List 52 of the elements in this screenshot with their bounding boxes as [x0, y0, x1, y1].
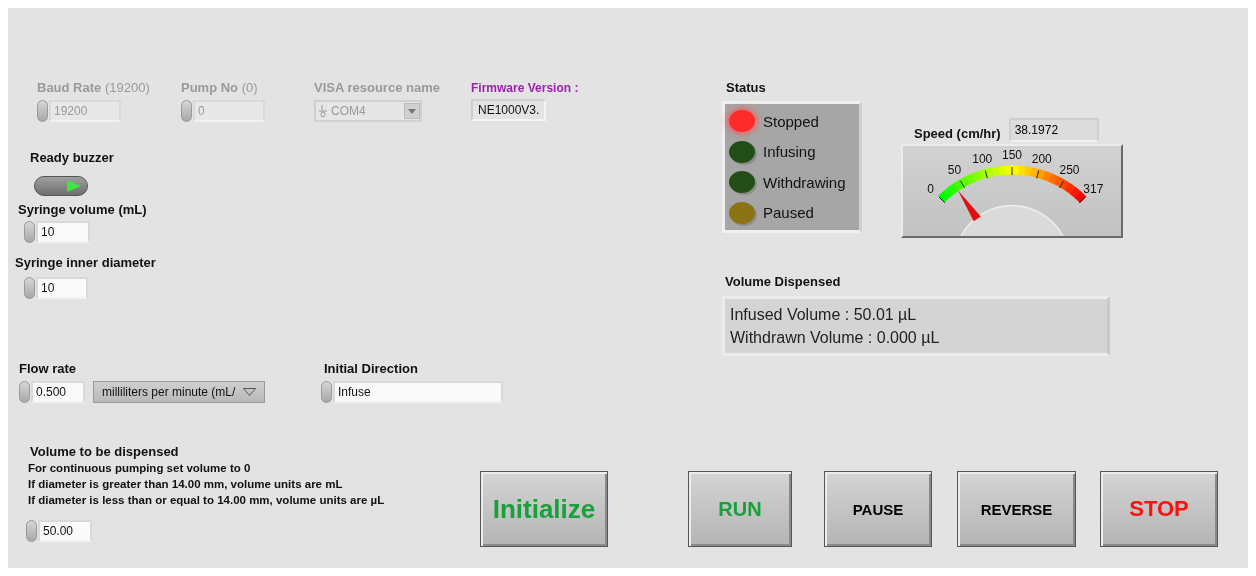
spinner-arrows[interactable] — [321, 381, 332, 403]
caret-icon — [243, 388, 257, 396]
field-label: Syringe volume (mL) — [18, 202, 148, 218]
hint-text: If diameter is less than or equal to 14.00 mm, volume units are µL — [28, 493, 386, 508]
play-icon — [67, 180, 81, 192]
firmware-value: NE1000V3. — [471, 99, 547, 121]
field-label: Speed (cm/hr) — [914, 126, 1001, 142]
volume-reading: Infused Volume : 50.01 µL — [730, 305, 918, 325]
numeric-field[interactable]: 10 — [36, 221, 90, 243]
numeric-field[interactable]: 10 — [36, 277, 88, 299]
scale-label: 50 — [947, 163, 962, 178]
field-label: Status — [726, 80, 767, 96]
numeric-field[interactable]: 50.00 — [38, 520, 92, 542]
field-label: Ready buzzer — [30, 150, 115, 166]
direction-field[interactable]: Infuse — [333, 381, 503, 403]
spinner-arrows[interactable] — [24, 221, 35, 243]
hint-text: If diameter is greater than 14.00 mm, volume units are mL — [28, 477, 344, 492]
spinner-arrows[interactable] — [24, 277, 35, 299]
scale-label: 200 — [1031, 151, 1052, 166]
scale-label: 317 — [1083, 181, 1104, 196]
speed-value: 38.1972 — [1008, 118, 1099, 142]
field-label: Firmware Version : — [471, 80, 579, 96]
action-button[interactable]: PAUSE — [824, 471, 932, 547]
field-label: Baud Rate (19200) — [37, 80, 151, 96]
spinner-arrows[interactable] — [37, 100, 48, 122]
caret-icon — [408, 108, 416, 114]
scale-label: 250 — [1059, 163, 1080, 178]
gauge-needle — [958, 190, 981, 222]
status-label: Paused — [763, 204, 814, 222]
status-label: Infusing — [763, 143, 816, 161]
field-label: Flow rate — [19, 361, 78, 377]
hint-text: For continuous pumping set volume to 0 — [28, 461, 252, 476]
field-label: Initial Direction — [324, 361, 419, 377]
field-label: Volume Dispensed — [725, 274, 842, 290]
field-label: VISA resource name — [314, 80, 441, 96]
spinner-arrows[interactable] — [19, 381, 30, 403]
action-button[interactable]: REVERSE — [957, 471, 1076, 547]
field-label: Volume to be dispensed — [30, 444, 180, 460]
units-dropdown[interactable]: milliliters per minute (mL/ — [93, 381, 266, 403]
io-icon — [319, 104, 327, 118]
spinner-arrows[interactable] — [26, 520, 37, 542]
scale-label: 0 — [927, 181, 935, 196]
spinner-arrows[interactable] — [181, 100, 192, 122]
volume-reading: Withdrawn Volume : 0.000 µL — [730, 328, 941, 348]
field-label: Pump No (0) — [181, 80, 259, 96]
status-label: Withdrawing — [763, 173, 846, 191]
scale-label: 100 — [972, 151, 993, 166]
numeric-field[interactable]: 0.500 — [31, 381, 85, 403]
scale-label: 150 — [1002, 148, 1022, 162]
status-label: Stopped — [763, 112, 819, 130]
toggle-switch[interactable] — [34, 176, 88, 196]
field-label: Syringe inner diameter — [15, 255, 157, 271]
